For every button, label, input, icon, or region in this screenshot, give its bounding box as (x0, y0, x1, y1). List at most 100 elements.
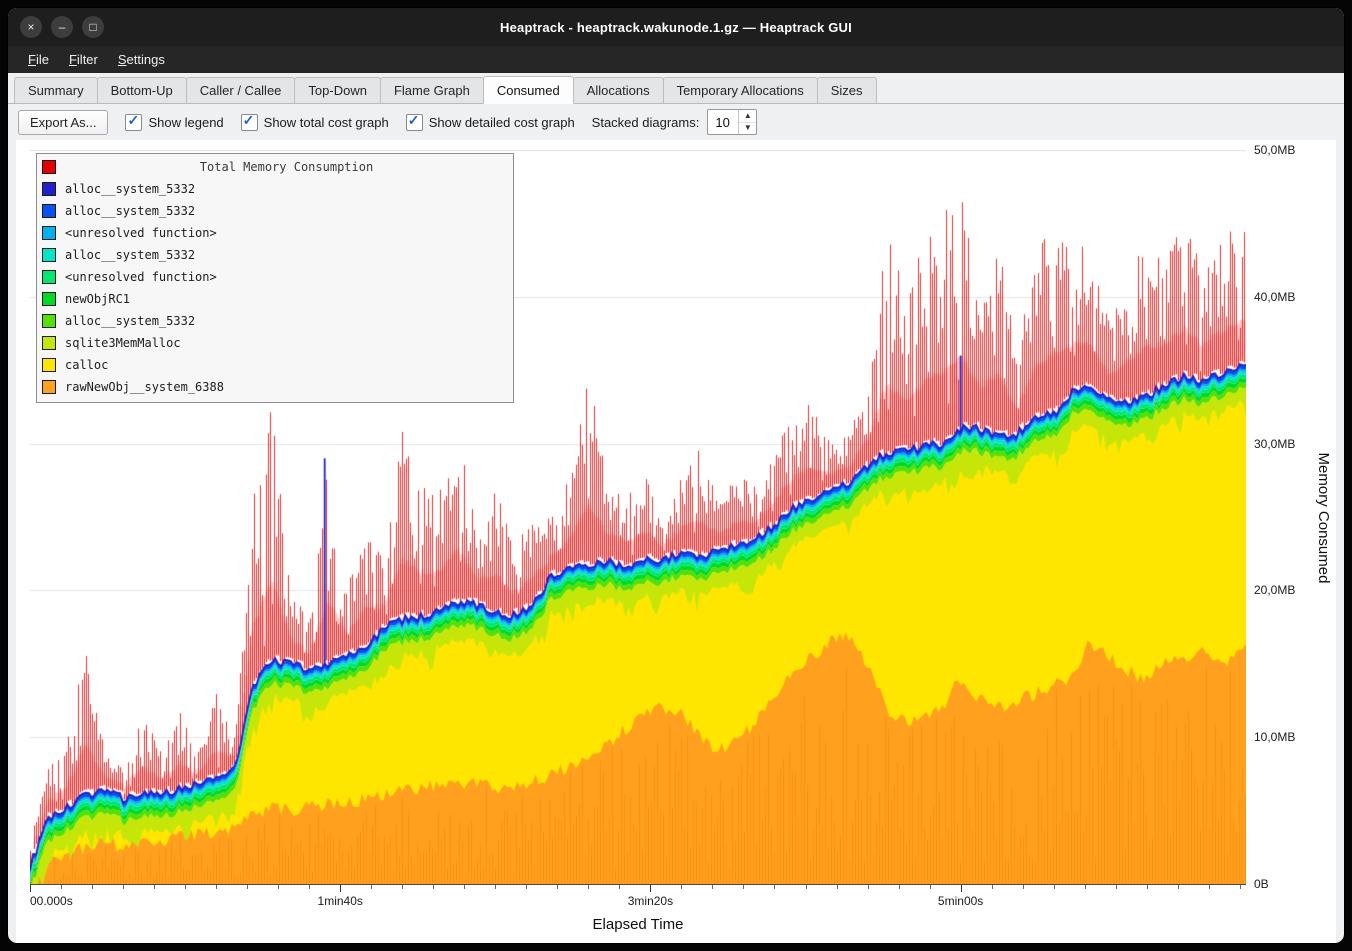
legend-item-swatch (42, 358, 56, 372)
legend-item: alloc__system_5332 (42, 200, 508, 222)
x-axis-tick (868, 885, 869, 889)
tab-allocations[interactable]: Allocations (573, 77, 664, 103)
y-axis-tick-label: 0B (1254, 877, 1269, 891)
tab-summary[interactable]: Summary (14, 77, 98, 103)
legend-item-swatch (42, 380, 56, 394)
tab-flame-graph[interactable]: Flame Graph (380, 77, 484, 103)
chart-legend: Total Memory Consumption alloc__system_53… (36, 153, 514, 403)
x-axis-tick (961, 885, 962, 892)
x-axis-tick (992, 885, 993, 889)
check-icon: ✓ (127, 112, 139, 129)
x-axis-tick-label: 5min00s (938, 894, 983, 908)
spinbox-arrows: ▲ ▼ (738, 110, 756, 134)
spinbox-value[interactable]: 10 (708, 110, 738, 134)
x-axis-tick (619, 885, 620, 889)
checkbox-label: Show detailed cost graph (429, 115, 575, 130)
legend-item-swatch (42, 336, 56, 350)
x-axis-tick (1147, 885, 1148, 889)
consumed-chart-region: Total Memory Consumption alloc__system_53… (16, 140, 1336, 943)
show-detailed-cost-graph-checkbox[interactable]: ✓ Show detailed cost graph (406, 114, 575, 131)
tab-bottom-up[interactable]: Bottom-Up (97, 77, 187, 103)
menu-settings[interactable]: Settings (108, 49, 175, 70)
legend-item: alloc__system_5332 (42, 310, 508, 332)
check-icon: ✓ (408, 112, 420, 129)
legend-item-label: newObjRC1 (65, 292, 130, 306)
minimize-button[interactable]: – (51, 16, 73, 38)
maximize-button[interactable]: □ (82, 16, 104, 38)
x-axis-title: Elapsed Time (30, 909, 1246, 939)
legend-title-row: Total Memory Consumption (42, 156, 508, 178)
menu-file[interactable]: File (18, 49, 59, 70)
x-axis-tick (92, 885, 93, 889)
x-axis-tick (743, 885, 744, 889)
legend-title: Total Memory Consumption (65, 160, 508, 174)
heaptrack-window: × – □ Heaptrack - heaptrack.wakunode.1.g… (8, 8, 1344, 943)
tab-caller-callee[interactable]: Caller / Callee (186, 77, 296, 103)
x-axis-tick (1240, 885, 1241, 889)
legend-item-swatch (42, 270, 56, 284)
x-axis-tick (1023, 885, 1024, 889)
stacked-diagrams-label: Stacked diagrams: (592, 115, 700, 130)
x-axis-tick (1209, 885, 1210, 889)
toolbar: Export As... ✓ Show legend ✓ Show total … (8, 104, 1344, 140)
legend-item: rawNewObj__system_6388 (42, 376, 508, 398)
x-axis-tick (899, 885, 900, 889)
show-legend-checkbox[interactable]: ✓ Show legend (125, 114, 223, 131)
checkbox-box[interactable]: ✓ (241, 114, 258, 131)
stacked-diagrams-spinbox[interactable]: 10 ▲ ▼ (707, 109, 757, 135)
y-axis-tick-label: 10,0MB (1254, 730, 1295, 744)
tab-consumed[interactable]: Consumed (483, 76, 574, 104)
show-total-cost-graph-checkbox[interactable]: ✓ Show total cost graph (241, 114, 389, 131)
legend-item: alloc__system_5332 (42, 178, 508, 200)
x-axis-tick (557, 885, 558, 889)
legend-total-swatch (42, 160, 56, 174)
checkbox-box[interactable]: ✓ (406, 114, 423, 131)
stacked-diagrams-control: Stacked diagrams: 10 ▲ ▼ (592, 109, 758, 135)
x-axis-tick (247, 885, 248, 889)
window-title: Heaptrack - heaptrack.wakunode.1.gz — He… (8, 20, 1344, 35)
x-axis-tick (681, 885, 682, 889)
y-axis-title: Memory Consumed (1315, 452, 1332, 583)
x-axis-tick (712, 885, 713, 889)
x-axis-gutter: 00.000s1min40s3min20s5min00s (30, 885, 1246, 909)
menu-filter[interactable]: Filter (59, 49, 108, 70)
legend-item-label: <unresolved function> (65, 270, 217, 284)
tab-top-down[interactable]: Top-Down (294, 77, 381, 103)
close-icon: × (27, 21, 34, 33)
y-axis-tick-label: 40,0MB (1254, 290, 1295, 304)
check-icon: ✓ (243, 112, 255, 129)
x-axis-tick (1085, 885, 1086, 889)
checkbox-box[interactable]: ✓ (125, 114, 142, 131)
x-axis-tick (930, 885, 931, 889)
y-axis-tick-label: 20,0MB (1254, 583, 1295, 597)
legend-item-swatch (42, 204, 56, 218)
legend-item-label: sqlite3MemMalloc (65, 336, 181, 350)
legend-item-swatch (42, 248, 56, 262)
titlebar[interactable]: × – □ Heaptrack - heaptrack.wakunode.1.g… (8, 8, 1344, 46)
x-axis-tick (340, 885, 341, 892)
legend-item-swatch (42, 182, 56, 196)
x-axis-tick (154, 885, 155, 889)
legend-item: <unresolved function> (42, 266, 508, 288)
legend-item: alloc__system_5332 (42, 244, 508, 266)
legend-item-label: rawNewObj__system_6388 (65, 380, 224, 394)
x-axis-tick (30, 885, 31, 892)
checkbox-label: Show total cost graph (264, 115, 389, 130)
legend-item-label: alloc__system_5332 (65, 204, 195, 218)
legend-item-swatch (42, 292, 56, 306)
tab-temporary-allocations[interactable]: Temporary Allocations (663, 77, 818, 103)
memory-consumption-plot[interactable]: Total Memory Consumption alloc__system_53… (30, 150, 1246, 885)
x-axis-tick (123, 885, 124, 889)
legend-item-swatch (42, 314, 56, 328)
spinbox-decrement-icon[interactable]: ▼ (739, 123, 756, 135)
legend-item: sqlite3MemMalloc (42, 332, 508, 354)
legend-item-swatch (42, 226, 56, 240)
x-axis-tick (588, 885, 589, 889)
export-as-button[interactable]: Export As... (18, 110, 108, 135)
x-axis-tick (1116, 885, 1117, 889)
tab-sizes[interactable]: Sizes (817, 77, 877, 103)
maximize-icon: □ (89, 21, 96, 33)
close-button[interactable]: × (20, 16, 42, 38)
x-axis-tick-label: 1min40s (318, 894, 363, 908)
spinbox-increment-icon[interactable]: ▲ (739, 110, 756, 123)
